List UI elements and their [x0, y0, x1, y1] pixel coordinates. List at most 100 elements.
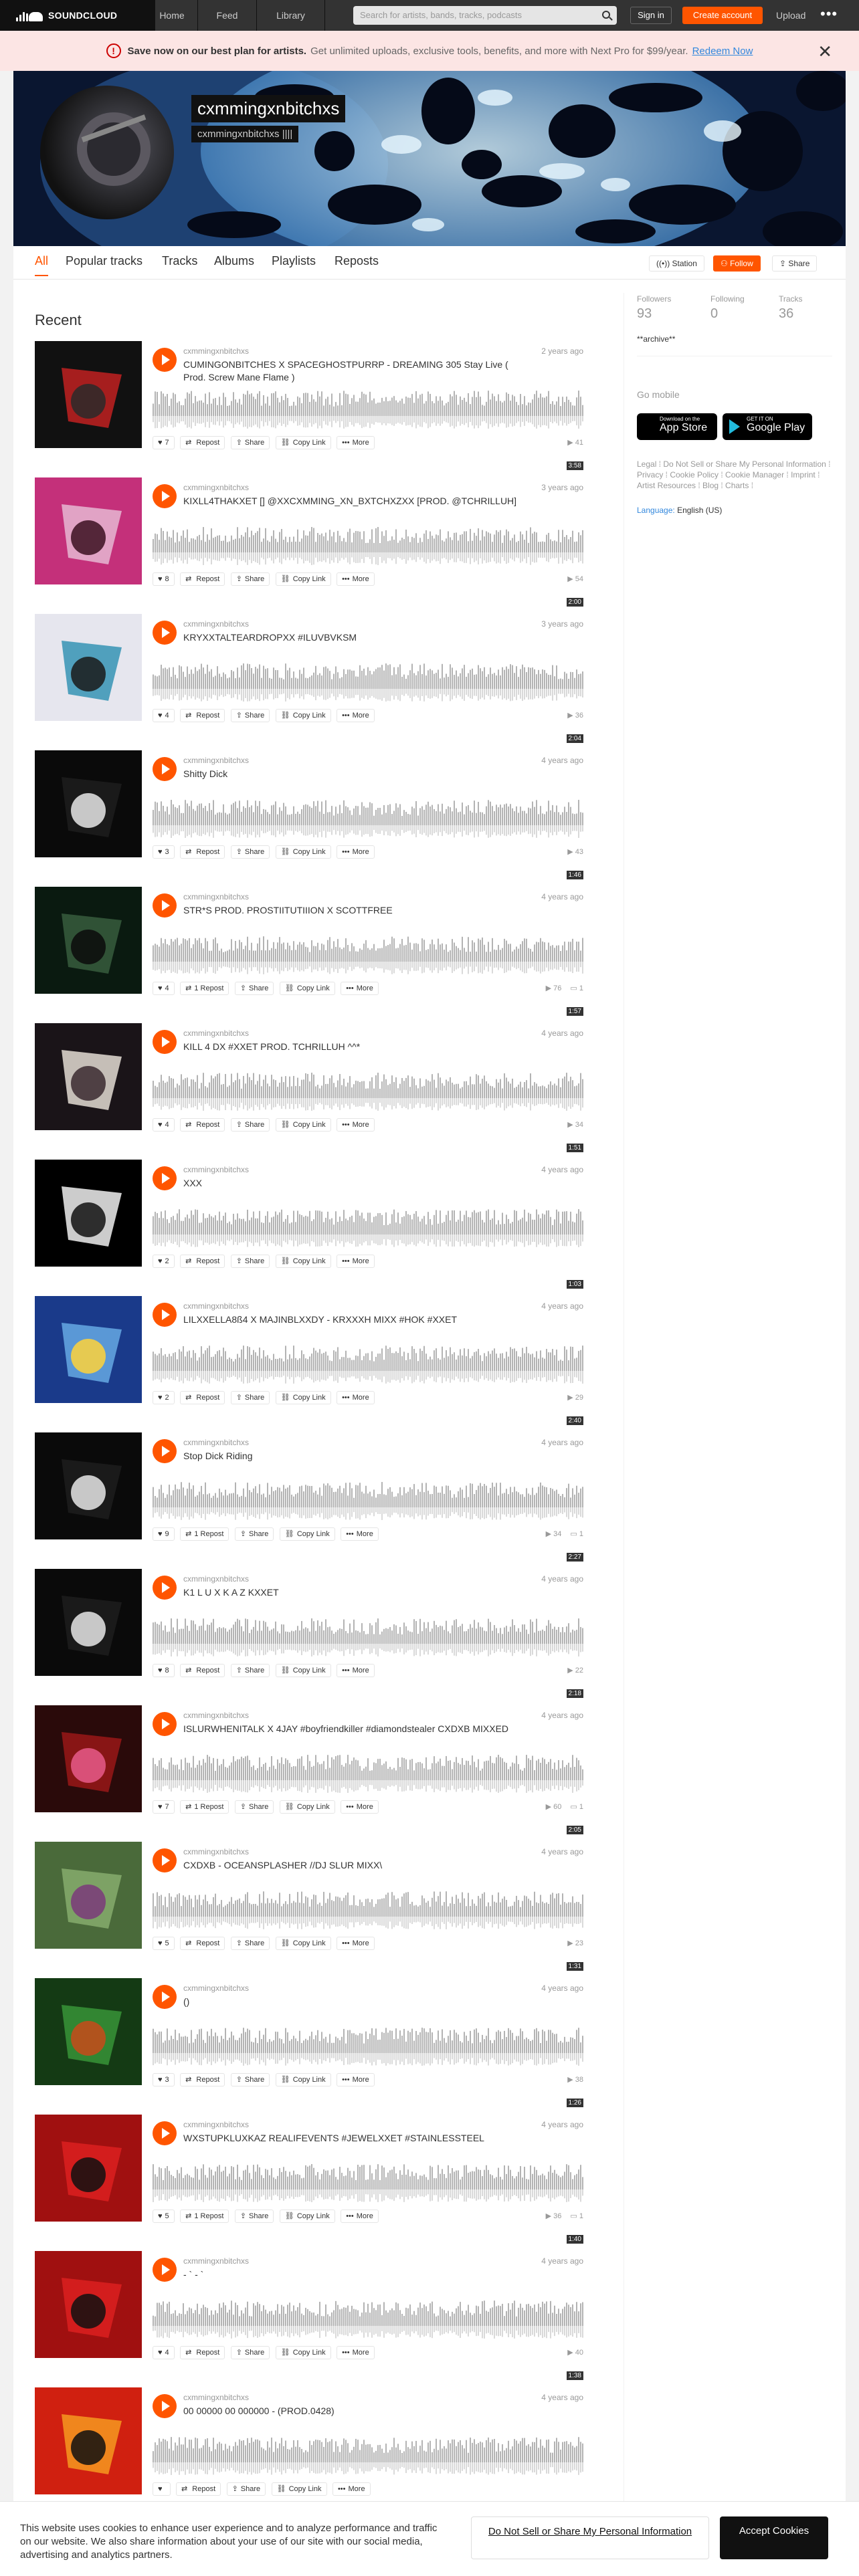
share-button[interactable]: ⇪ Share — [234, 1527, 274, 1541]
tab-reposts[interactable]: Reposts — [335, 254, 379, 275]
track-title[interactable]: STR*S PROD. PROSTIITUTIIION X SCOTTFREE — [183, 904, 531, 917]
track-artwork[interactable] — [35, 2251, 142, 2358]
share-button[interactable]: ⇪ Share — [234, 1800, 274, 1814]
play-button[interactable] — [153, 1576, 177, 1600]
copy-link-button[interactable]: ⛓ Copy Link — [275, 709, 331, 722]
repost-button[interactable]: ⇄ Repost — [180, 709, 225, 722]
share-button[interactable]: ⇪ Share — [230, 1391, 270, 1404]
close-icon[interactable]: ✕ — [818, 41, 832, 62]
play-button[interactable] — [153, 1166, 177, 1190]
track-title[interactable]: CUMINGONBITCHES X SPACEGHOSTPURRP - DREA… — [183, 358, 531, 384]
repost-button[interactable]: ⇄ Repost — [180, 1255, 225, 1268]
like-button[interactable]: ♥ 3 — [153, 845, 175, 859]
share-button[interactable]: ⇪ Share — [230, 1664, 270, 1677]
follow-button[interactable]: ⚇ Follow — [713, 255, 761, 272]
waveform[interactable]: 1:52 — [153, 2436, 583, 2516]
upload-link[interactable]: Upload — [776, 0, 805, 31]
language-selector[interactable]: Language: English (US) — [637, 506, 722, 515]
track-user[interactable]: cxmmingxnbitchxs — [183, 756, 249, 765]
more-menu-icon[interactable]: ••• — [820, 0, 838, 28]
more-button[interactable]: ••• More — [337, 1255, 375, 1268]
track-user[interactable]: cxmmingxnbitchxs — [183, 2393, 249, 2402]
tab-popular-tracks[interactable]: Popular tracks — [66, 254, 142, 275]
track-artwork[interactable] — [35, 1978, 142, 2085]
track-user[interactable]: cxmmingxnbitchxs — [183, 346, 249, 356]
share-button[interactable]: ⇪ Share — [230, 1937, 270, 1950]
track-title[interactable]: K1 L U X K A Z KXXET — [183, 1586, 531, 1599]
track-user[interactable]: cxmmingxnbitchxs — [183, 1301, 249, 1311]
search-icon[interactable] — [602, 11, 610, 19]
like-button[interactable]: ♥ 3 — [153, 2073, 175, 2086]
share-button[interactable]: ⇪ Share — [230, 2346, 270, 2359]
more-button[interactable]: ••• More — [341, 1527, 379, 1541]
waveform[interactable]: 2:40 — [153, 1344, 583, 1425]
track-artwork[interactable] — [35, 1160, 142, 1267]
track-user[interactable]: cxmmingxnbitchxs — [183, 483, 249, 492]
stat-following[interactable]: Following 0 — [710, 294, 745, 322]
copy-link-button[interactable]: ⛓ Copy Link — [279, 982, 335, 995]
copy-link-button[interactable]: ⛓ Copy Link — [279, 1527, 335, 1541]
legal-links[interactable]: Legal ⁞ Do Not Sell or Share My Personal… — [637, 459, 831, 491]
copy-link-button[interactable]: ⛓ Copy Link — [275, 436, 331, 449]
tab-all[interactable]: All — [35, 254, 49, 276]
track-artwork[interactable] — [35, 750, 142, 857]
more-button[interactable]: ••• More — [341, 1800, 379, 1814]
play-button[interactable] — [153, 1303, 177, 1327]
like-button[interactable]: ♥ 4 — [153, 1118, 175, 1132]
like-button[interactable]: ♥ 2 — [153, 1255, 175, 1268]
create-account-button[interactable]: Create account — [682, 7, 763, 24]
accept-cookies-button[interactable]: Accept Cookies — [720, 2516, 828, 2559]
waveform[interactable]: 1:51 — [153, 1071, 583, 1152]
more-button[interactable]: ••• More — [337, 572, 375, 586]
play-button[interactable] — [153, 893, 177, 918]
share-button[interactable]: ⇪ Share — [234, 982, 274, 995]
track-artwork[interactable] — [35, 887, 142, 994]
repost-button[interactable]: ⇄ Repost — [180, 1664, 225, 1677]
station-button[interactable]: ((•)) Station — [649, 255, 704, 272]
repost-button[interactable]: ⇄ Repost — [180, 1937, 225, 1950]
copy-link-button[interactable]: ⛓ Copy Link — [275, 2073, 331, 2086]
play-button[interactable] — [153, 348, 177, 372]
more-button[interactable]: ••• More — [337, 709, 375, 722]
play-button[interactable] — [153, 1439, 177, 1463]
track-title[interactable]: Shitty Dick — [183, 768, 531, 780]
do-not-sell-button[interactable]: Do Not Sell or Share My Personal Informa… — [471, 2516, 709, 2559]
track-artwork[interactable] — [35, 2387, 142, 2494]
waveform[interactable]: 2:18 — [153, 1617, 583, 1698]
track-title[interactable]: WXSTUPKLUXKAZ REALIFEVENTS #JEWELXXET #S… — [183, 2132, 531, 2145]
track-artwork[interactable] — [35, 1432, 142, 1539]
waveform[interactable]: 2:05 — [153, 1753, 583, 1834]
repost-button[interactable]: ⇄ Repost — [180, 1391, 225, 1404]
copy-link-button[interactable]: ⛓ Copy Link — [275, 572, 331, 586]
track-user[interactable]: cxmmingxnbitchxs — [183, 1029, 249, 1038]
copy-link-button[interactable]: ⛓ Copy Link — [275, 1255, 331, 1268]
track-title[interactable]: () — [183, 1996, 531, 2008]
redeem-link[interactable]: Redeem Now — [692, 45, 753, 57]
play-button[interactable] — [153, 1848, 177, 1872]
track-artwork[interactable] — [35, 1296, 142, 1403]
waveform[interactable]: 1:40 — [153, 2163, 583, 2244]
more-button[interactable]: ••• More — [337, 845, 375, 859]
track-title[interactable]: - ` - ` — [183, 2268, 531, 2281]
more-button[interactable]: ••• More — [337, 1937, 375, 1950]
tab-tracks[interactable]: Tracks — [162, 254, 197, 275]
track-title[interactable]: KILL 4 DX #XXET PROD. TCHRILLUH ^^* — [183, 1041, 531, 1053]
waveform[interactable]: 1:31 — [153, 1890, 583, 1971]
repost-button[interactable]: ⇄ 1 Repost — [180, 1527, 229, 1541]
track-title[interactable]: 00 00000 00 000000 - (PROD.0428) — [183, 2405, 531, 2418]
repost-button[interactable]: ⇄ 1 Repost — [180, 1800, 229, 1814]
track-artwork[interactable] — [35, 1705, 142, 1812]
like-button[interactable]: ♥ 4 — [153, 709, 175, 722]
play-button[interactable] — [153, 1985, 177, 2009]
copy-link-button[interactable]: ⛓ Copy Link — [279, 2210, 335, 2223]
repost-button[interactable]: ⇄ Repost — [180, 572, 225, 586]
more-button[interactable]: ••• More — [332, 2482, 371, 2496]
share-button[interactable]: ⇪ Share — [226, 2482, 266, 2496]
play-button[interactable] — [153, 757, 177, 781]
play-button[interactable] — [153, 2394, 177, 2418]
track-user[interactable]: cxmmingxnbitchxs — [183, 1574, 249, 1584]
like-button[interactable]: ♥ 5 — [153, 1937, 175, 1950]
track-title[interactable]: KRYXXTALTEARDROPXX #ILUVBVKSM — [183, 631, 531, 644]
more-button[interactable]: ••• More — [337, 1118, 375, 1132]
track-title[interactable]: KIXLL4THAKXET [] @XXCXMMING_XN_BXTCHXZXX… — [183, 495, 531, 508]
